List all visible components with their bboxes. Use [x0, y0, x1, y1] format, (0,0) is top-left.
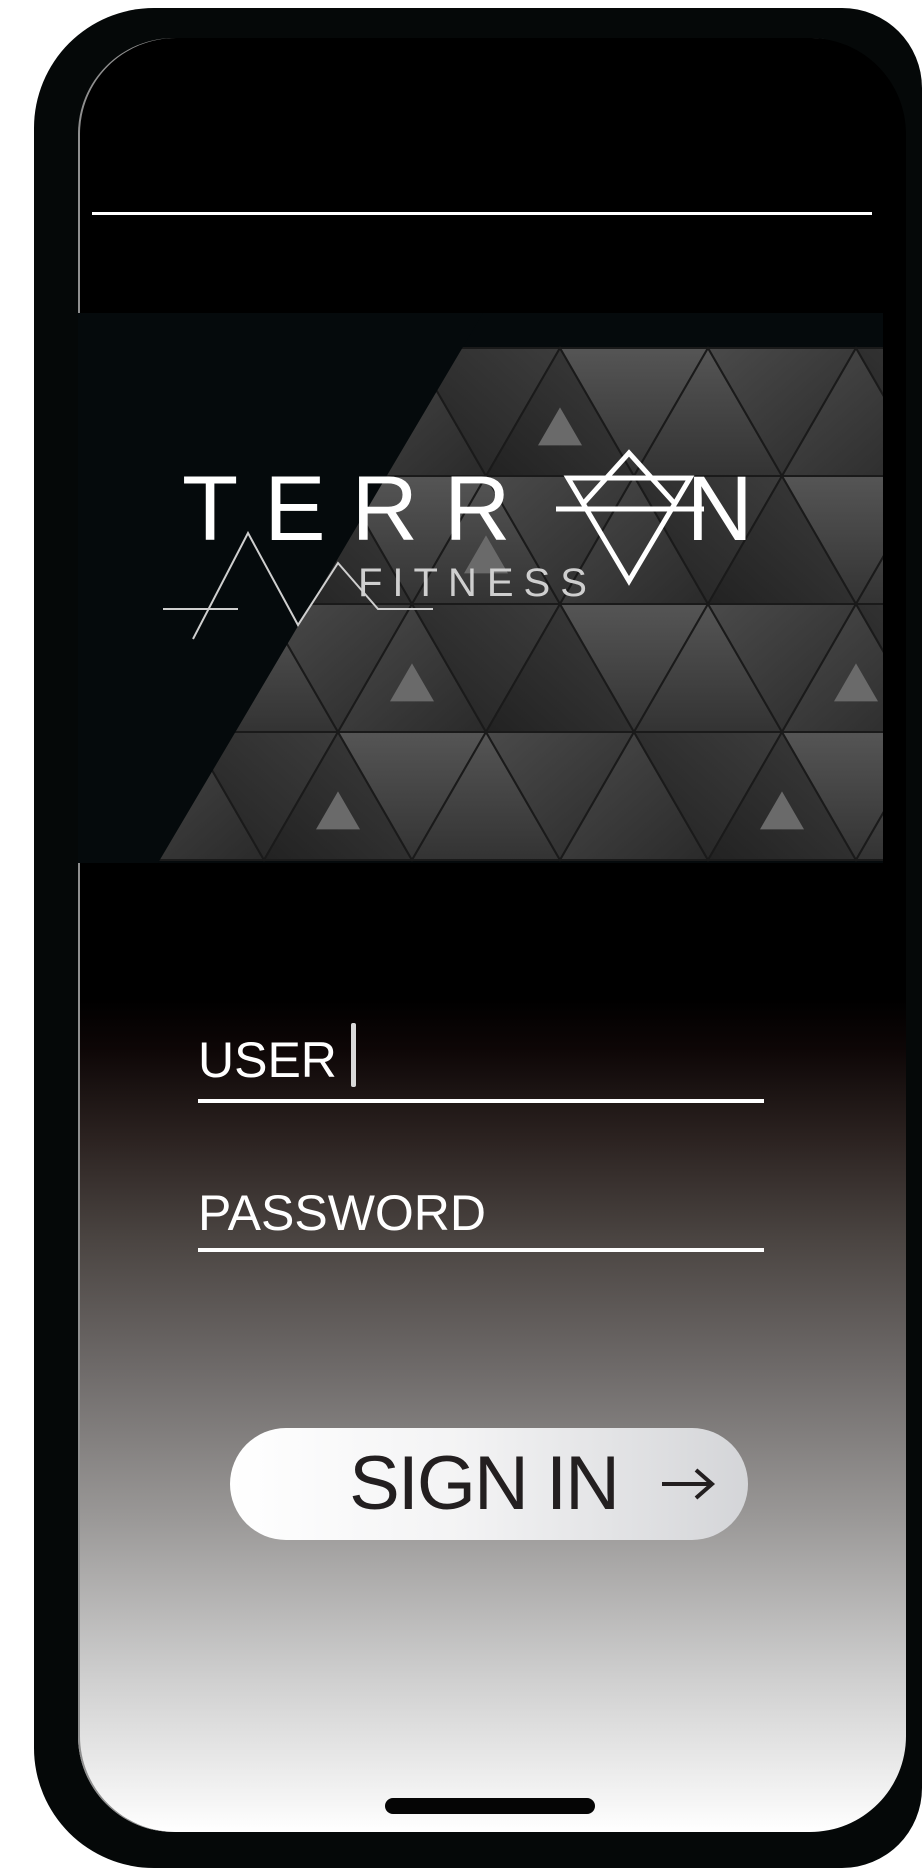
- user-underline: [198, 1099, 764, 1103]
- arrow-right-icon: [662, 1468, 716, 1500]
- home-indicator[interactable]: [385, 1798, 595, 1814]
- sign-in-button[interactable]: SIGN IN: [230, 1428, 748, 1540]
- brand-wordmark: TERR N: [182, 463, 779, 555]
- hero-banner: TERR N FITNESS: [78, 313, 883, 863]
- sign-in-label: SIGN IN: [349, 1441, 620, 1526]
- top-divider: [92, 212, 872, 215]
- brand-name-prefix: TERR: [182, 458, 537, 560]
- password-label: PASSWORD: [198, 1185, 486, 1241]
- text-caret: [350, 1023, 356, 1087]
- user-field[interactable]: USER: [198, 1023, 764, 1103]
- password-underline: [198, 1248, 764, 1252]
- brand-name-suffix: N: [686, 458, 779, 560]
- password-field[interactable]: PASSWORD: [198, 1185, 764, 1252]
- brand-tagline: FITNESS: [358, 561, 597, 605]
- user-label: USER: [198, 1032, 337, 1088]
- app-screen: TERR N FITNESS USER PASSWORD SIGN IN: [78, 38, 906, 1832]
